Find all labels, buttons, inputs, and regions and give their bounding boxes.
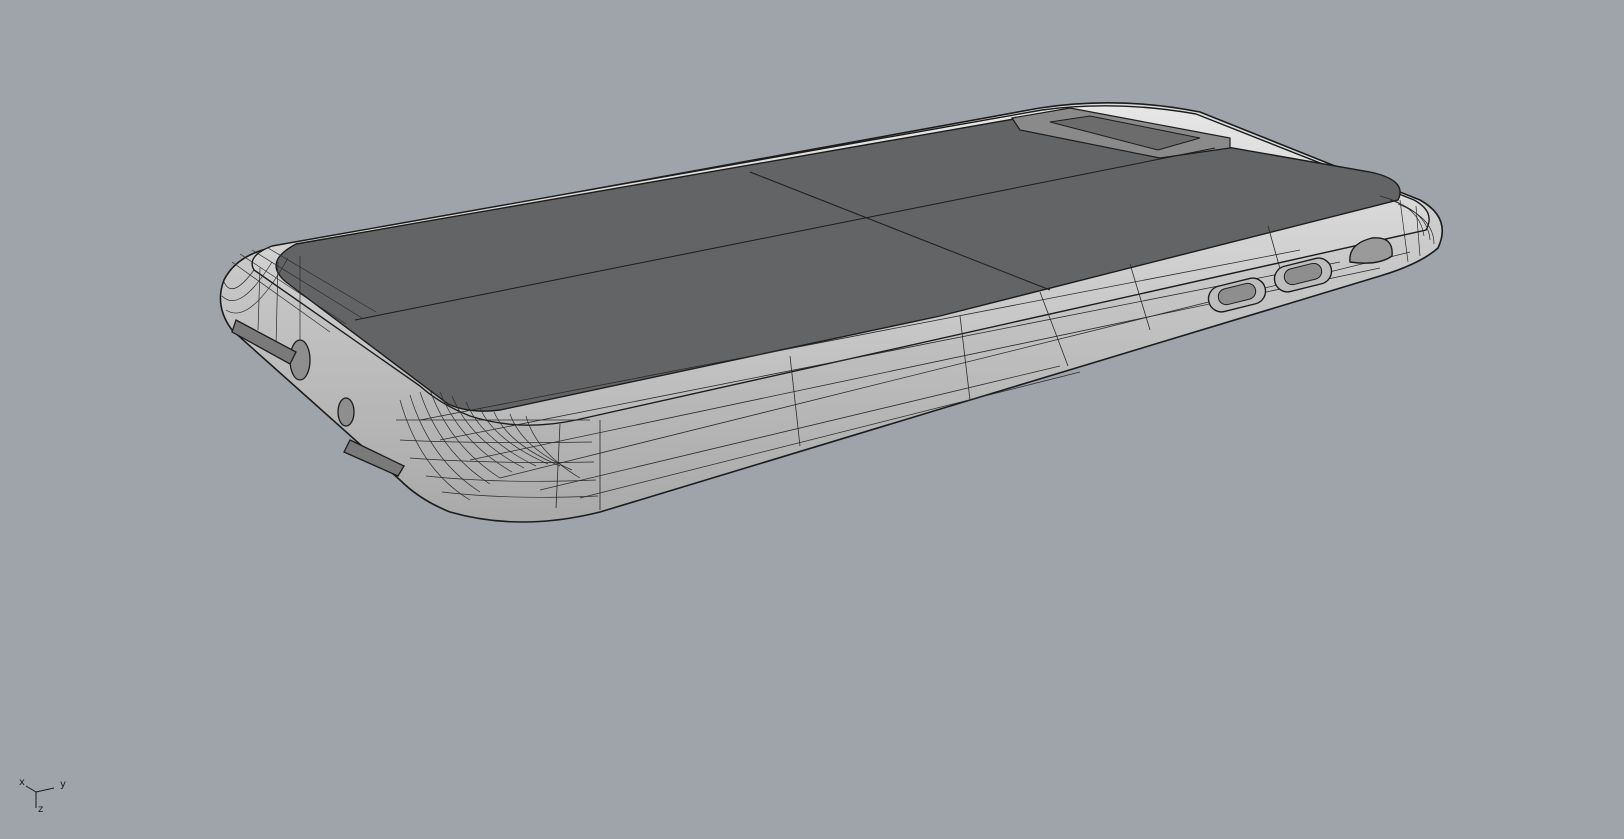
phone-case-model[interactable] — [0, 0, 1624, 839]
axis-label-z: z — [38, 804, 44, 815]
axis-triad: x y z — [14, 778, 74, 832]
axis-label-y: y — [60, 779, 66, 790]
axis-label-x: x — [19, 777, 25, 788]
3d-viewport[interactable]: x y z — [0, 0, 1624, 839]
